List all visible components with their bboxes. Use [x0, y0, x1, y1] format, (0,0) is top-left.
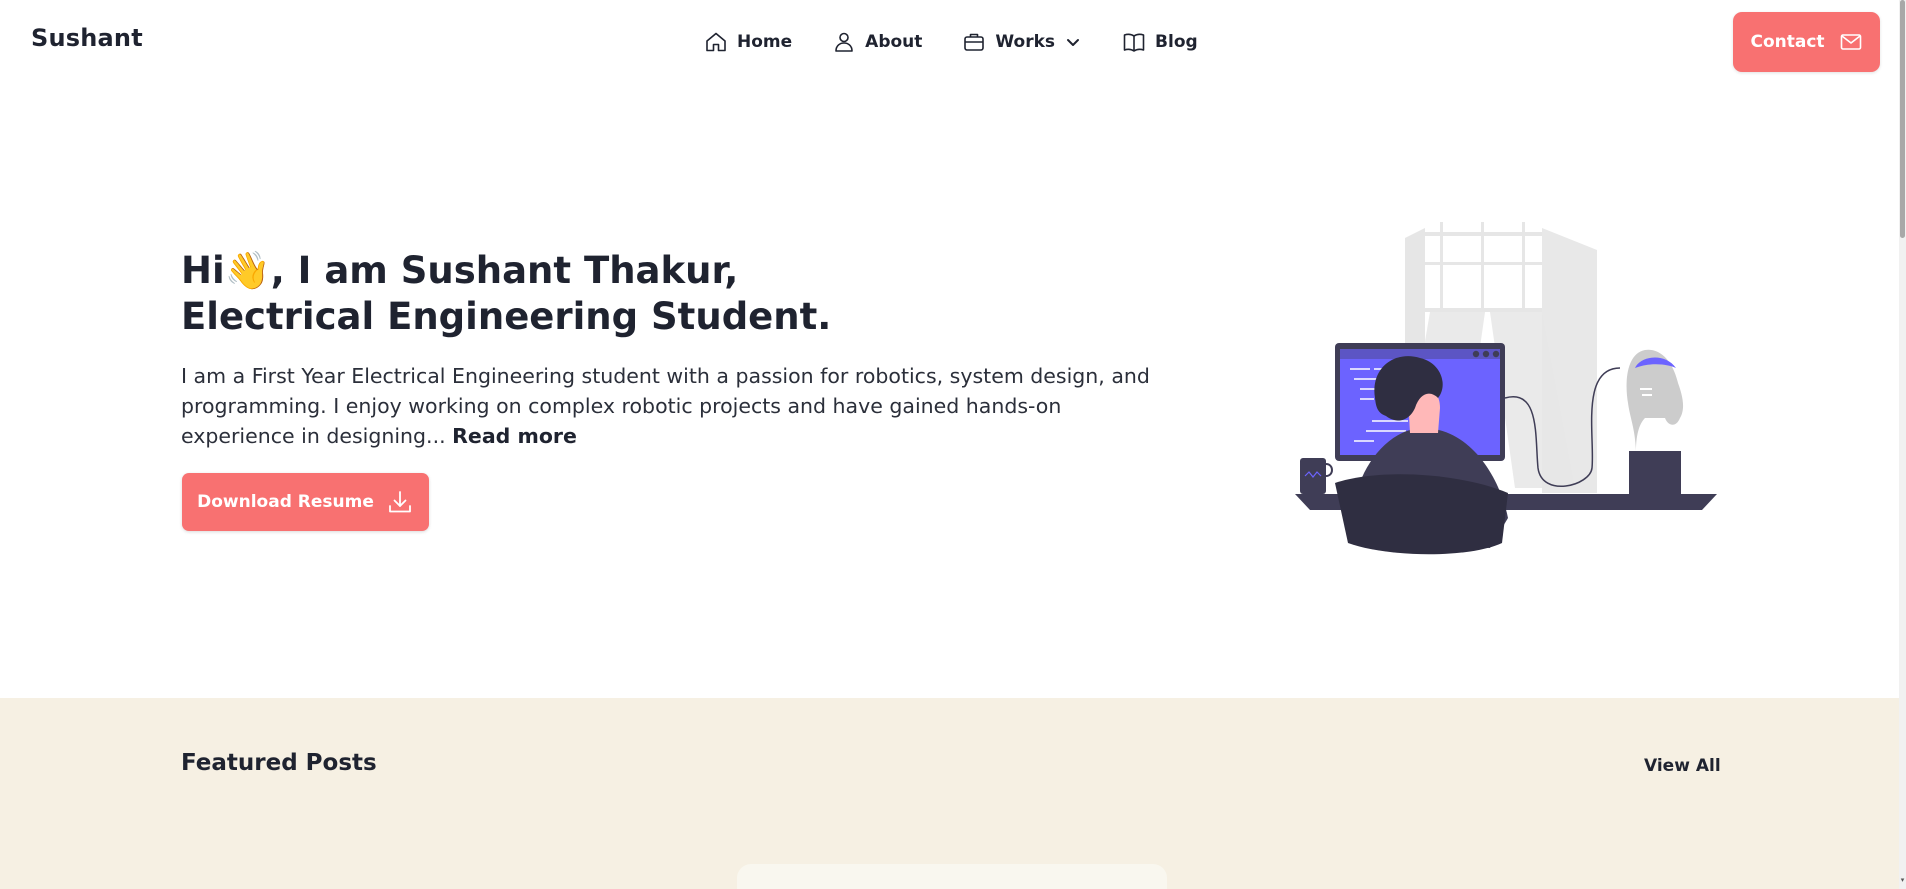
- contact-button-label: Contact: [1750, 32, 1825, 52]
- hero-name: , I am Sushant Thakur,: [270, 249, 739, 292]
- nav-works[interactable]: Works: [962, 30, 1082, 54]
- hero-greeting: Hi: [181, 249, 225, 292]
- waving-hand-emoji: 👋: [224, 249, 271, 292]
- nav-about[interactable]: About: [832, 30, 922, 54]
- read-more-link[interactable]: Read more: [452, 424, 577, 448]
- scrollbar-thumb[interactable]: [1900, 0, 1905, 238]
- nav-about-label: About: [865, 32, 923, 52]
- nav-home[interactable]: Home: [704, 30, 792, 54]
- featured-posts-title: Featured Posts: [181, 750, 377, 776]
- hero-title: Hi👋, I am Sushant Thakur, Electrical Eng…: [181, 248, 1081, 340]
- featured-post-card[interactable]: [737, 864, 1167, 889]
- download-resume-button[interactable]: Download Resume: [182, 473, 429, 531]
- home-icon: [704, 30, 728, 54]
- brand-logo[interactable]: Sushant: [31, 24, 143, 52]
- scroll-down-arrow-icon[interactable]: ▾: [1899, 875, 1906, 885]
- developer-illustration: [1295, 222, 1717, 555]
- nav-works-label: Works: [995, 32, 1056, 52]
- user-icon: [832, 30, 856, 54]
- hero-description: I am a First Year Electrical Engineering…: [181, 361, 1181, 451]
- featured-posts-section: Featured Posts View All: [0, 698, 1899, 889]
- download-resume-label: Download Resume: [197, 492, 374, 512]
- hero-illustration: [1290, 218, 1720, 558]
- hero-role: Electrical Engineering Student.: [181, 295, 832, 338]
- nav-blog[interactable]: Blog: [1122, 30, 1198, 54]
- nav-blog-label: Blog: [1155, 32, 1198, 52]
- hero-description-text: I am a First Year Electrical Engineering…: [181, 364, 1150, 448]
- view-all-link[interactable]: View All: [1644, 756, 1721, 776]
- book-icon: [1122, 30, 1146, 54]
- download-icon: [386, 488, 414, 516]
- briefcase-icon: [962, 30, 986, 54]
- mail-icon: [1839, 30, 1863, 54]
- chevron-down-icon[interactable]: [1064, 33, 1082, 51]
- main-nav: Home About Works Blog: [704, 26, 1198, 58]
- site-header: Sushant Home About Works Blog Contact: [0, 0, 1899, 82]
- nav-home-label: Home: [737, 32, 793, 52]
- contact-button[interactable]: Contact: [1733, 12, 1880, 72]
